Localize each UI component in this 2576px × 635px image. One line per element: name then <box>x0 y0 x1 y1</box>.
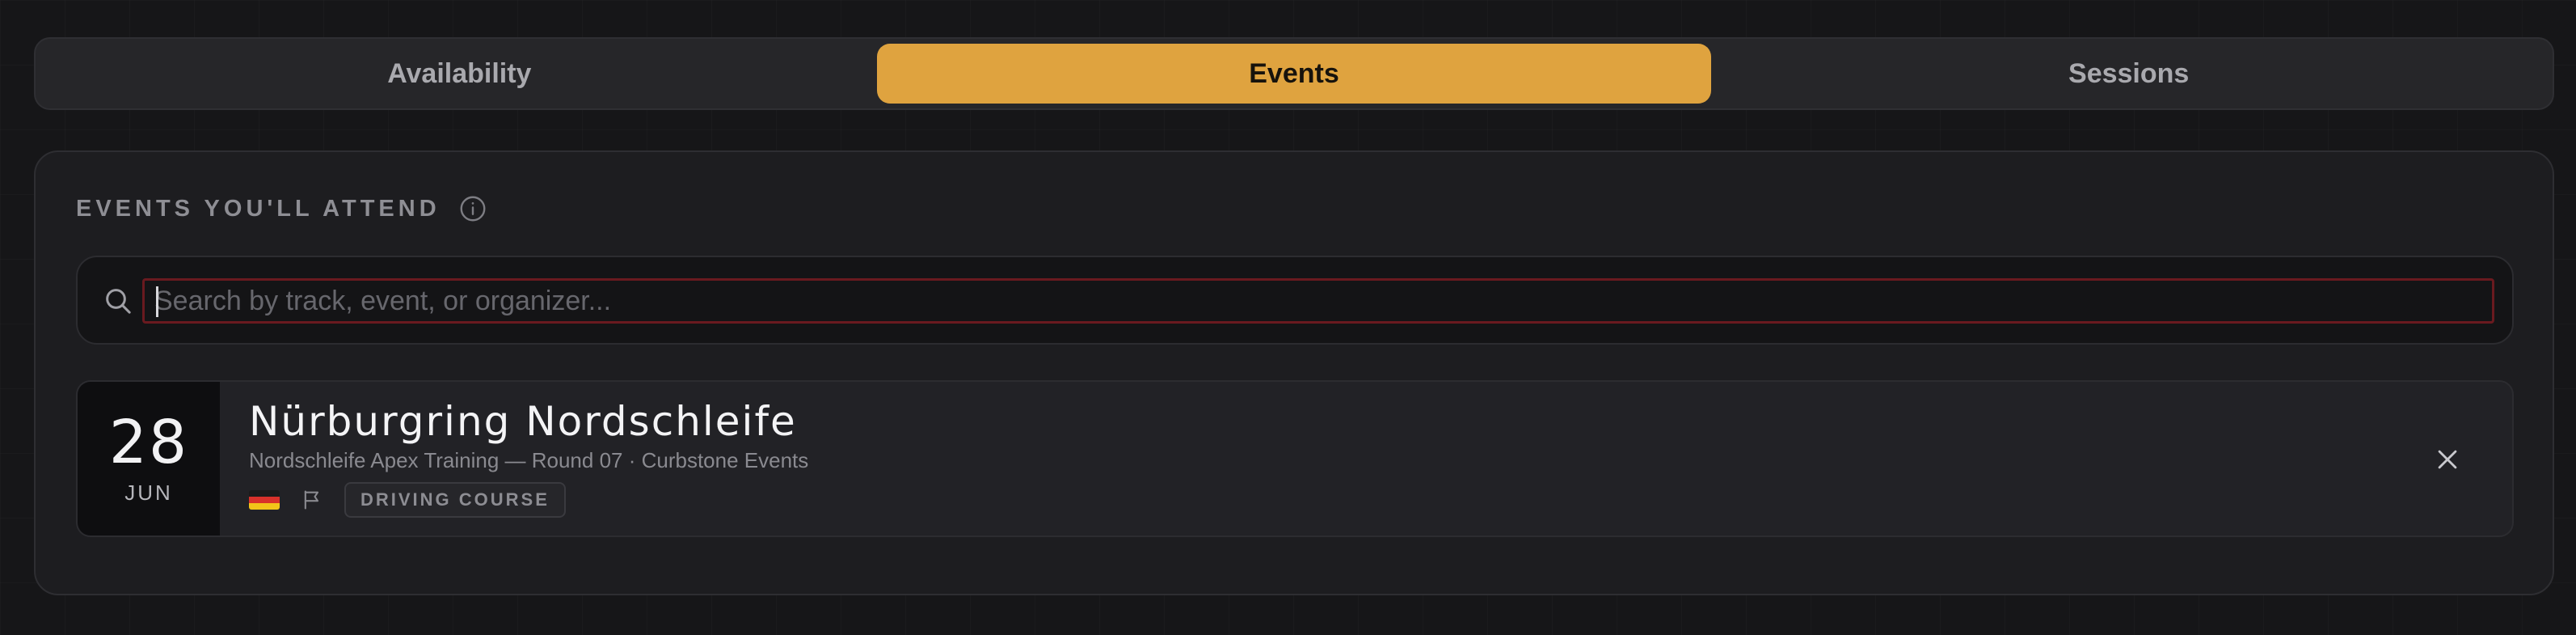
close-icon <box>2438 450 2457 469</box>
info-icon[interactable] <box>458 194 487 223</box>
search-icon <box>106 289 131 314</box>
event-row[interactable]: 28 JUN Nürburgring Nordschleife Nordschl… <box>76 380 2514 537</box>
tab-availability[interactable]: Availability <box>42 44 877 104</box>
tab-events[interactable]: Events <box>876 44 1712 104</box>
search-input[interactable] <box>142 278 2494 324</box>
tab-sessions[interactable]: Sessions <box>1711 44 2546 104</box>
search-bar <box>76 256 2514 345</box>
germany-flag-icon <box>249 490 280 510</box>
section-tab-bar: Availability Events Sessions <box>34 37 2554 110</box>
remove-event-button[interactable] <box>2430 442 2465 477</box>
section-header: EVENTS YOU'LL ATTEND <box>76 194 487 223</box>
event-month: JUN <box>124 480 173 505</box>
event-date: 28 JUN <box>78 382 220 536</box>
event-day: 28 <box>108 407 189 477</box>
text-caret <box>156 286 158 317</box>
flag-icon <box>304 490 319 510</box>
event-title: Nürburgring Nordschleife <box>249 398 797 445</box>
event-meta: DRIVING COURSE <box>249 482 566 518</box>
section-title: EVENTS YOU'LL ATTEND <box>76 195 441 222</box>
event-subtitle: Nordschleife Apex Training — Round 07 · … <box>249 448 809 472</box>
event-type-badge: DRIVING COURSE <box>344 482 566 518</box>
events-card: EVENTS YOU'LL ATTEND 28 JUN Nürburgring … <box>34 150 2554 595</box>
